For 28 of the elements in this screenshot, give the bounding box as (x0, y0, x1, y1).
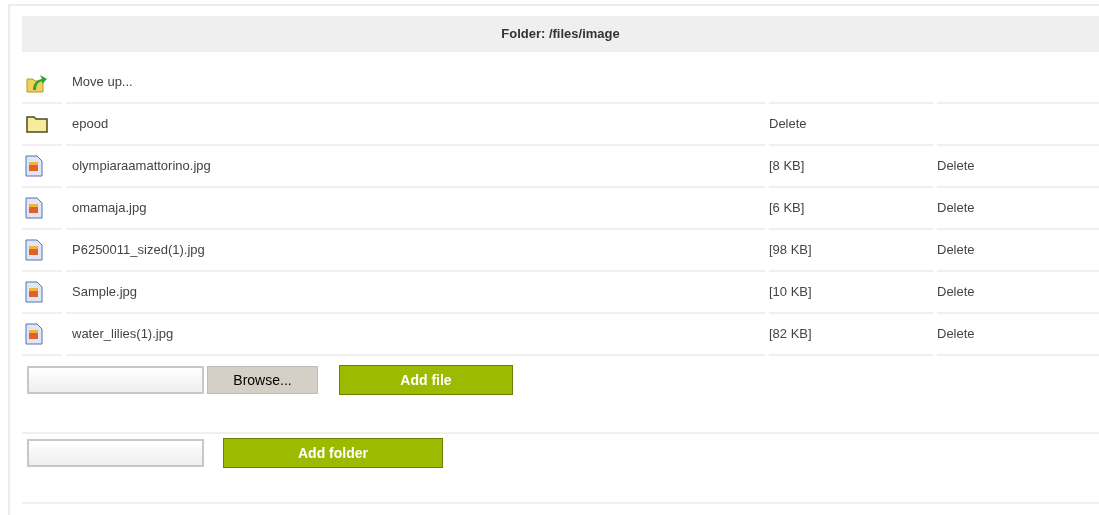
file-name[interactable]: omamaja.jpg (72, 198, 147, 218)
delete-link[interactable]: Delete (937, 156, 975, 176)
file-name[interactable]: P6250011_sized(1).jpg (72, 240, 205, 260)
delete-link[interactable]: Delete (937, 282, 975, 302)
delete-link[interactable]: Delete (937, 198, 975, 218)
image-file-icon (25, 281, 43, 303)
file-name[interactable]: epood (72, 114, 109, 134)
folder-icon (25, 114, 49, 134)
file-size: [10 KB] (769, 283, 812, 302)
file-name[interactable]: Sample.jpg (72, 282, 138, 302)
file-name[interactable]: olympiaraamattorino.jpg (72, 156, 211, 176)
image-file-icon (25, 323, 43, 345)
delete-link[interactable]: Delete (937, 240, 975, 260)
image-file-icon (25, 239, 43, 261)
image-file-icon (25, 197, 43, 219)
delete-link[interactable]: Delete (937, 324, 975, 344)
file-path-field[interactable] (27, 366, 204, 394)
delete-link[interactable]: Delete (769, 114, 807, 134)
move-up-link[interactable]: Move up... (72, 72, 133, 92)
browse-button[interactable]: Browse... (207, 366, 318, 394)
file-name[interactable]: water_lilies(1).jpg (72, 324, 174, 344)
folder-name-field[interactable] (27, 439, 204, 467)
file-size: [6 KB] (769, 199, 805, 218)
image-file-icon (25, 155, 43, 177)
file-size: [98 KB] (769, 241, 812, 260)
file-size: [82 KB] (769, 325, 812, 344)
folder-header: Folder: /files/image (22, 16, 1099, 52)
file-size: [8 KB] (769, 157, 805, 176)
